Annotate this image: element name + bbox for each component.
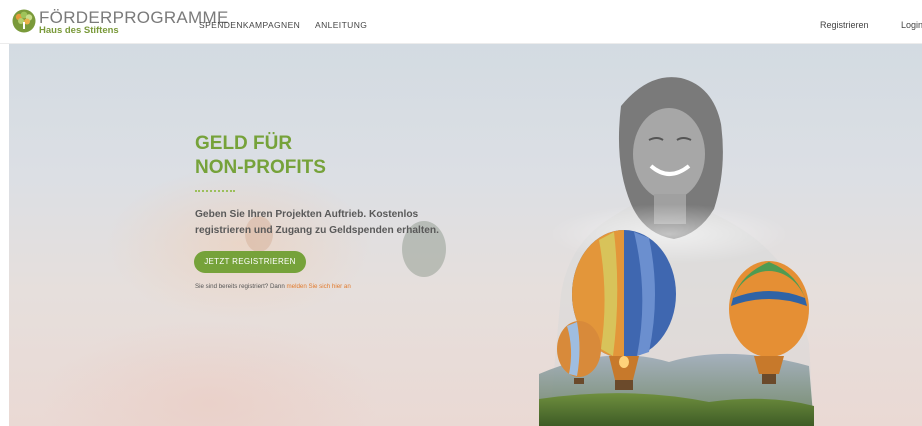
headline-line-2: NON-PROFITS: [195, 157, 326, 178]
nav-anleitung[interactable]: ANLEITUNG: [315, 20, 367, 30]
register-link[interactable]: Registrieren: [820, 20, 869, 30]
already-registered-prefix: Sie sind bereits registriert? Dann: [195, 283, 287, 290]
headline-line-1: GELD FÜR: [195, 133, 293, 154]
register-now-button[interactable]: JETZT REGISTRIEREN: [194, 251, 306, 273]
hero-headline: GELD FÜR NON-PROFITS: [195, 132, 326, 180]
brand-subtitle[interactable]: Haus des Stiftens: [39, 26, 119, 36]
hero-illustration: [245, 77, 814, 426]
already-registered-text: Sie sind bereits registriert? Dann melde…: [195, 283, 351, 291]
nav-spendenkampagnen[interactable]: SPENDENKAMPAGNEN: [199, 20, 300, 30]
tree-logo-icon[interactable]: [12, 9, 36, 33]
top-navbar: FÖRDERPROGRAMME Haus des Stiftens SPENDE…: [0, 0, 922, 44]
login-link[interactable]: Login: [901, 20, 922, 30]
hero-section: GELD FÜR NON-PROFITS Geben Sie Ihren Pro…: [9, 44, 922, 426]
login-here-link[interactable]: melden Sie sich hier an: [286, 283, 350, 290]
dotted-divider: [195, 190, 235, 192]
hero-subtext: Geben Sie Ihren Projekten Auftrieb. Kost…: [195, 209, 439, 236]
